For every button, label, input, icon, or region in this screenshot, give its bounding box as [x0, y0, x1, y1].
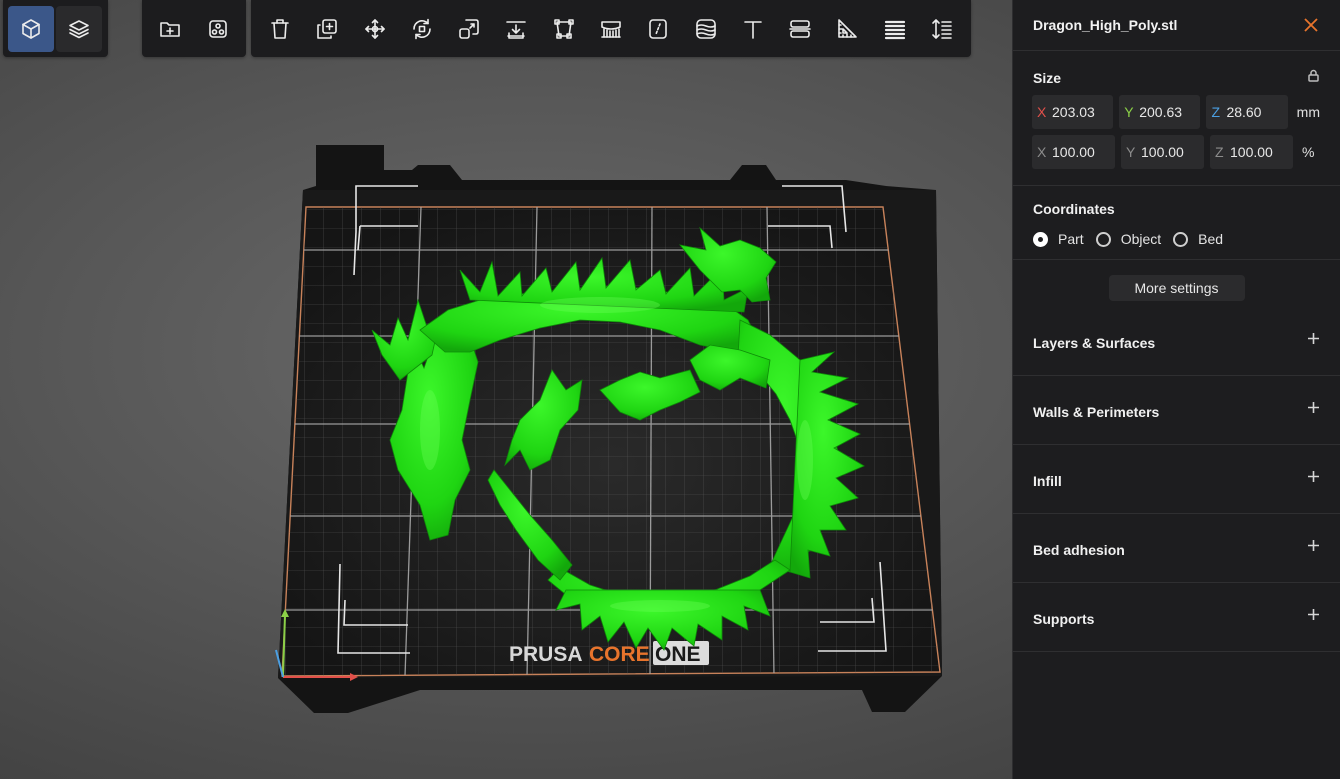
delete-icon[interactable] — [257, 6, 303, 52]
section-label: Supports — [1033, 611, 1095, 627]
plus-icon[interactable] — [1307, 539, 1320, 557]
size-x-value: 203.03 — [1052, 104, 1095, 120]
size-z-value: 28.60 — [1226, 104, 1262, 120]
section-walls-perimeters[interactable]: Walls & Perimeters — [1013, 376, 1340, 445]
more-settings-button[interactable]: More settings — [1108, 275, 1245, 301]
layers-view-icon[interactable] — [56, 5, 102, 52]
3d-view-icon[interactable] — [8, 5, 54, 52]
bed-logo: PRUSA CORE ONE — [509, 641, 709, 666]
close-icon[interactable] — [1302, 16, 1320, 34]
scale-y-field[interactable]: Y 100.00 — [1121, 135, 1204, 169]
file-name: Dragon_High_Poly.stl — [1033, 17, 1178, 33]
3d-viewport[interactable]: PRUSA CORE ONE — [0, 0, 1012, 779]
y-axis-label: Y — [1124, 104, 1134, 120]
radio-object-label: Object — [1120, 231, 1162, 247]
coordinates-title: Coordinates — [1033, 201, 1115, 217]
more-settings-wrap: More settings — [1013, 260, 1340, 301]
size-y-field[interactable]: Y 200.63 — [1119, 95, 1201, 129]
radio-bed[interactable]: Bed — [1173, 231, 1223, 247]
unit-percent: % — [1302, 144, 1315, 160]
measure-icon[interactable] — [824, 6, 870, 52]
scale-x-field[interactable]: X 100.00 — [1032, 135, 1115, 169]
scale-x-value: 100.00 — [1052, 144, 1095, 160]
section-bed-adhesion[interactable]: Bed adhesion — [1013, 514, 1340, 583]
seam-paint-icon[interactable] — [635, 6, 681, 52]
x-axis-label: X — [1037, 104, 1047, 120]
section-label: Infill — [1033, 473, 1062, 489]
section-supports[interactable]: Supports — [1013, 583, 1340, 652]
add-file-icon[interactable] — [147, 6, 193, 52]
scene-canvas[interactable]: PRUSA CORE ONE — [0, 0, 1012, 779]
radio-part-label: Part — [1058, 231, 1084, 247]
logo-core: CORE — [589, 643, 650, 666]
settings-accordion: Layers & Surfaces Walls & Perimeters Inf… — [1013, 307, 1340, 652]
size-percent-row: X 100.00 Y 100.00 Z 100.00 % — [1032, 135, 1320, 169]
size-y-value: 200.63 — [1139, 104, 1183, 120]
section-label: Layers & Surfaces — [1033, 335, 1156, 351]
variable-layer-icon[interactable] — [919, 6, 965, 52]
logo-prusa: PRUSA — [509, 643, 583, 666]
move-icon[interactable] — [352, 6, 398, 52]
radio-object[interactable]: Object — [1095, 231, 1162, 247]
section-layers-surfaces[interactable]: Layers & Surfaces — [1013, 307, 1340, 376]
coordinates-radio-group: Part Object Bed — [1033, 231, 1320, 247]
radio-dot — [1173, 231, 1189, 247]
z-axis-label: Z — [1215, 144, 1224, 160]
view-toolbar — [3, 0, 108, 57]
size-z-field[interactable]: Z 28.60 — [1206, 95, 1288, 129]
scale-z-field[interactable]: Z 100.00 — [1210, 135, 1293, 169]
size-title: Size — [1033, 70, 1062, 86]
object-settings-panel: Dragon_High_Poly.stl Size X 203.03 Y 200.6… — [1012, 0, 1340, 779]
size-section: Size X 203.03 Y 200.63 Z 28.60 mm X 100.00 Y… — [1013, 61, 1340, 185]
scale-z-value: 100.00 — [1230, 144, 1273, 160]
plus-icon[interactable] — [1307, 470, 1320, 488]
coordinates-section: Coordinates Part Object Bed — [1013, 186, 1340, 259]
radio-dot — [1033, 231, 1048, 247]
size-x-field[interactable]: X 203.03 — [1032, 95, 1114, 129]
rotate-icon[interactable] — [399, 6, 445, 52]
text-icon[interactable] — [730, 6, 776, 52]
split-icon[interactable] — [777, 6, 823, 52]
cut-icon[interactable] — [541, 6, 587, 52]
y-axis-label: Y — [1126, 144, 1136, 160]
scale-icon[interactable] — [446, 6, 492, 52]
radio-part[interactable]: Part — [1033, 231, 1084, 247]
arrange-icon[interactable] — [195, 6, 241, 52]
section-label: Walls & Perimeters — [1033, 404, 1160, 420]
lock-icon[interactable] — [1307, 69, 1320, 87]
z-axis-label: Z — [1211, 104, 1220, 120]
unit-mm: mm — [1296, 104, 1320, 120]
section-label: Bed adhesion — [1033, 542, 1125, 558]
x-axis-label: X — [1037, 144, 1047, 160]
plus-icon[interactable] — [1307, 608, 1320, 626]
radio-bed-label: Bed — [1198, 231, 1224, 247]
place-on-face-icon[interactable] — [493, 6, 539, 52]
panel-header: Dragon_High_Poly.stl — [1013, 0, 1340, 50]
scale-y-value: 100.00 — [1141, 144, 1184, 160]
size-mm-row: X 203.03 Y 200.63 Z 28.60 mm — [1032, 95, 1320, 129]
layer-height-icon[interactable] — [872, 6, 918, 52]
edit-toolbar — [251, 0, 971, 57]
duplicate-icon[interactable] — [304, 6, 350, 52]
section-infill[interactable]: Infill — [1013, 445, 1340, 514]
fuzzy-skin-icon[interactable] — [683, 6, 729, 52]
plus-icon[interactable] — [1307, 332, 1320, 350]
radio-dot — [1095, 231, 1111, 247]
paint-supports-icon[interactable] — [588, 6, 634, 52]
divider — [1013, 50, 1340, 51]
file-toolbar — [142, 0, 246, 57]
plus-icon[interactable] — [1307, 401, 1320, 419]
